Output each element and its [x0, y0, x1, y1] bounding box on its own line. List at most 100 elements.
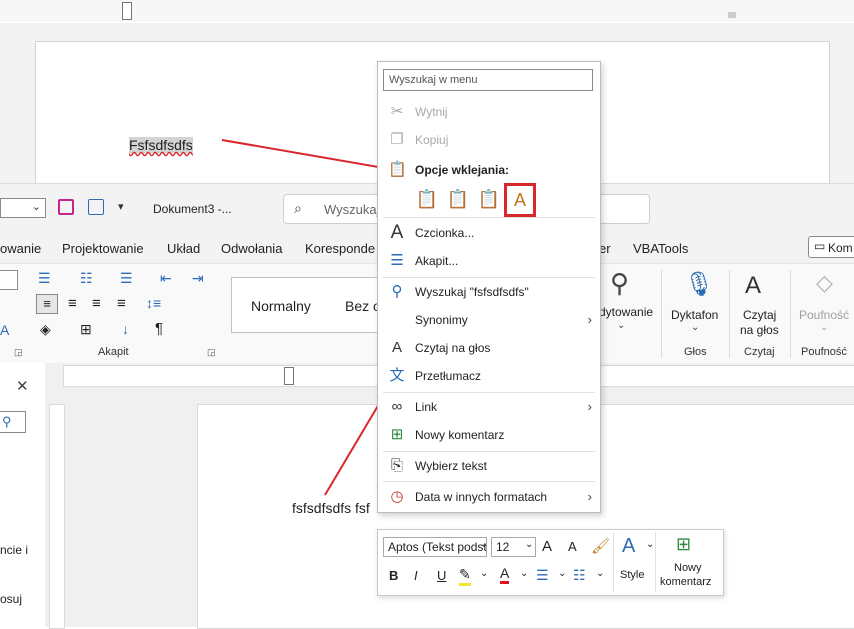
chevron-right-icon: › [587, 489, 592, 504]
new-comment-icon[interactable]: ⊞ [676, 534, 691, 555]
menu-item-read-aloud[interactable]: A Czytaj na głos [378, 335, 600, 361]
align-center-icon[interactable]: ≡ [68, 295, 77, 312]
mini-style-label[interactable]: Style [620, 569, 644, 581]
mini-toolbar: Aptos (Tekst podst ⌄ 12 ⌄ A A 🖌 B I U ✎ … [377, 529, 724, 596]
mini-underline-button[interactable]: U [437, 568, 446, 583]
dictate-label[interactable]: Dyktafon [671, 308, 718, 322]
highlight-icon[interactable]: ✎ [459, 566, 471, 586]
menu-item-cut[interactable]: ✂ Wytnij [378, 99, 600, 125]
styles-icon[interactable]: A [622, 535, 635, 558]
format-painter-icon[interactable]: 🖌 [591, 537, 610, 555]
menu-item-paste-options: 📋 Opcje wklejania: [388, 161, 510, 178]
read-aloud-icon[interactable]: A [745, 272, 761, 300]
sensitivity-label[interactable]: Poufność [799, 308, 849, 322]
menu-item-translate[interactable]: 文 Przetłumacz [378, 363, 600, 389]
customize-toolbar-icon[interactable]: ▾ [118, 200, 124, 213]
menu-item-link[interactable]: ∞ Link › [378, 394, 600, 420]
link-icon: ∞ [391, 398, 403, 415]
translate-icon: 文 [389, 367, 405, 384]
paste-picture-icon[interactable]: 📋 [475, 185, 503, 213]
comment-icon: ▭ [814, 239, 826, 253]
save-icon[interactable] [58, 199, 74, 215]
paste-text-only-icon[interactable]: A [504, 183, 536, 217]
group-label-sensitivity: Poufność [801, 346, 847, 358]
editing-search-icon[interactable]: ⚲ [610, 268, 629, 299]
chevron-down-icon[interactable]: ⌄ [525, 539, 533, 550]
pane-search-dropdown[interactable]: ⚲ [0, 411, 26, 433]
menu-search-input[interactable]: Wyszukaj w menu [383, 69, 593, 91]
shading-icon[interactable]: ◈ [40, 321, 51, 338]
quick-access-dropdown[interactable]: ⌄ [0, 198, 46, 218]
document-body-text[interactable]: fsfsdfsdfs fsf [292, 500, 370, 516]
style-normal[interactable]: Normalny [231, 277, 341, 333]
sensitivity-icon[interactable]: ◇ [816, 270, 833, 296]
chevron-down-icon[interactable]: ⌄ [480, 539, 488, 550]
chevron-down-icon[interactable]: ⌄ [646, 539, 654, 550]
read-aloud-line2[interactable]: na głos [740, 323, 779, 337]
menu-separator [383, 481, 595, 482]
paste-keep-source-formatting-icon[interactable]: 📋 [413, 185, 441, 213]
align-right-icon[interactable]: ≡ [92, 295, 101, 312]
font-color-icon[interactable]: A [500, 565, 510, 584]
menu-separator [383, 217, 595, 218]
tab-layout[interactable]: Układ [167, 241, 200, 256]
menu-item-synonyms[interactable]: Synonimy › [378, 307, 600, 333]
ruler-right-marker[interactable] [728, 12, 736, 18]
tab-references[interactable]: Odwołania [221, 241, 282, 256]
justify-icon[interactable]: ≡ [117, 295, 126, 312]
group-label-voice: Głos [684, 346, 707, 358]
menu-item-paragraph[interactable]: ☰ Akapit... [378, 248, 600, 274]
mini-italic-button[interactable]: I [414, 568, 418, 583]
close-icon[interactable]: ✕ [16, 377, 29, 395]
microphone-icon[interactable]: 🎙 [684, 270, 714, 299]
grow-font-icon[interactable]: A [542, 538, 552, 555]
chevron-down-icon[interactable]: ⌄ [520, 568, 528, 579]
multilevel-list-icon[interactable]: ☰ [120, 270, 133, 287]
menu-item-copy[interactable]: ❐ Kopiuj [378, 127, 600, 153]
editing-label[interactable]: dytowanie [599, 305, 653, 319]
bullets-icon[interactable]: ☰ [536, 567, 549, 584]
chevron-down-icon[interactable]: ⌄ [596, 568, 604, 579]
menu-item-search[interactable]: ⚲ Wyszukaj "fsfsdfsdfs" [378, 279, 600, 305]
font-case-icon[interactable]: A [0, 322, 9, 338]
mini-bold-button[interactable]: B [389, 568, 398, 583]
paragraph-dialog-launcher-icon[interactable]: ◲ [207, 347, 216, 358]
paragraph-icon: ☰ [390, 252, 404, 269]
align-left-button[interactable]: ≡ [36, 294, 58, 314]
tab-vbatools[interactable]: VBATools [633, 241, 688, 256]
ruler-indent-marker[interactable] [122, 2, 132, 20]
numbering-icon[interactable]: ☷ [573, 567, 586, 584]
borders-icon[interactable]: ⊞ [80, 321, 92, 338]
menu-item-font[interactable]: A Czcionka... [378, 220, 600, 246]
bullets-icon[interactable]: ☰ [38, 270, 51, 287]
mini-new-comment-line2[interactable]: komentarz [660, 576, 711, 588]
show-formatting-icon[interactable]: ¶ [155, 320, 163, 337]
tab-design[interactable]: Projektowanie [62, 241, 144, 256]
menu-item-select-text[interactable]: ⎘ Wybierz tekst [378, 453, 600, 479]
menu-item-date-formats[interactable]: ◷ Data w innych formatach › [378, 484, 600, 510]
dialog-launcher-icon[interactable]: ◲ [14, 347, 23, 358]
numbering-icon[interactable]: ☷ [80, 270, 93, 287]
shrink-font-icon[interactable]: A [568, 539, 577, 554]
mini-new-comment-line1[interactable]: Nowy [674, 562, 702, 574]
increase-indent-icon[interactable]: ⇥ [192, 270, 204, 287]
selected-word[interactable]: Fsfsdfsdfs [129, 137, 193, 153]
ruler-indent-marker[interactable] [284, 367, 294, 385]
menu-item-new-comment[interactable]: ⊞ Nowy komentarz [378, 422, 600, 448]
menu-separator [383, 392, 595, 393]
read-aloud-line1[interactable]: Czytaj [743, 308, 776, 322]
chevron-down-icon[interactable]: ⌄ [480, 568, 488, 579]
tab-insert-partial[interactable]: owanie [0, 241, 41, 256]
style-no-spacing[interactable]: Bez o [339, 277, 381, 333]
decrease-indent-icon[interactable]: ⇤ [160, 270, 172, 287]
paste-merge-formatting-icon[interactable]: 📋 [444, 185, 472, 213]
sort-icon[interactable]: ↓ [122, 321, 129, 337]
mini-font-select[interactable]: Aptos (Tekst podst [383, 537, 487, 557]
line-spacing-icon[interactable]: ↕≡ [146, 295, 161, 311]
touch-mode-icon[interactable] [88, 199, 104, 215]
tab-mailings[interactable]: Koresponde [305, 241, 375, 256]
chevron-down-icon[interactable]: ⌄ [558, 568, 566, 579]
divider [729, 270, 730, 358]
comments-button[interactable]: ▭ Kom [808, 236, 854, 258]
font-size-dropdown-partial[interactable] [0, 270, 18, 290]
